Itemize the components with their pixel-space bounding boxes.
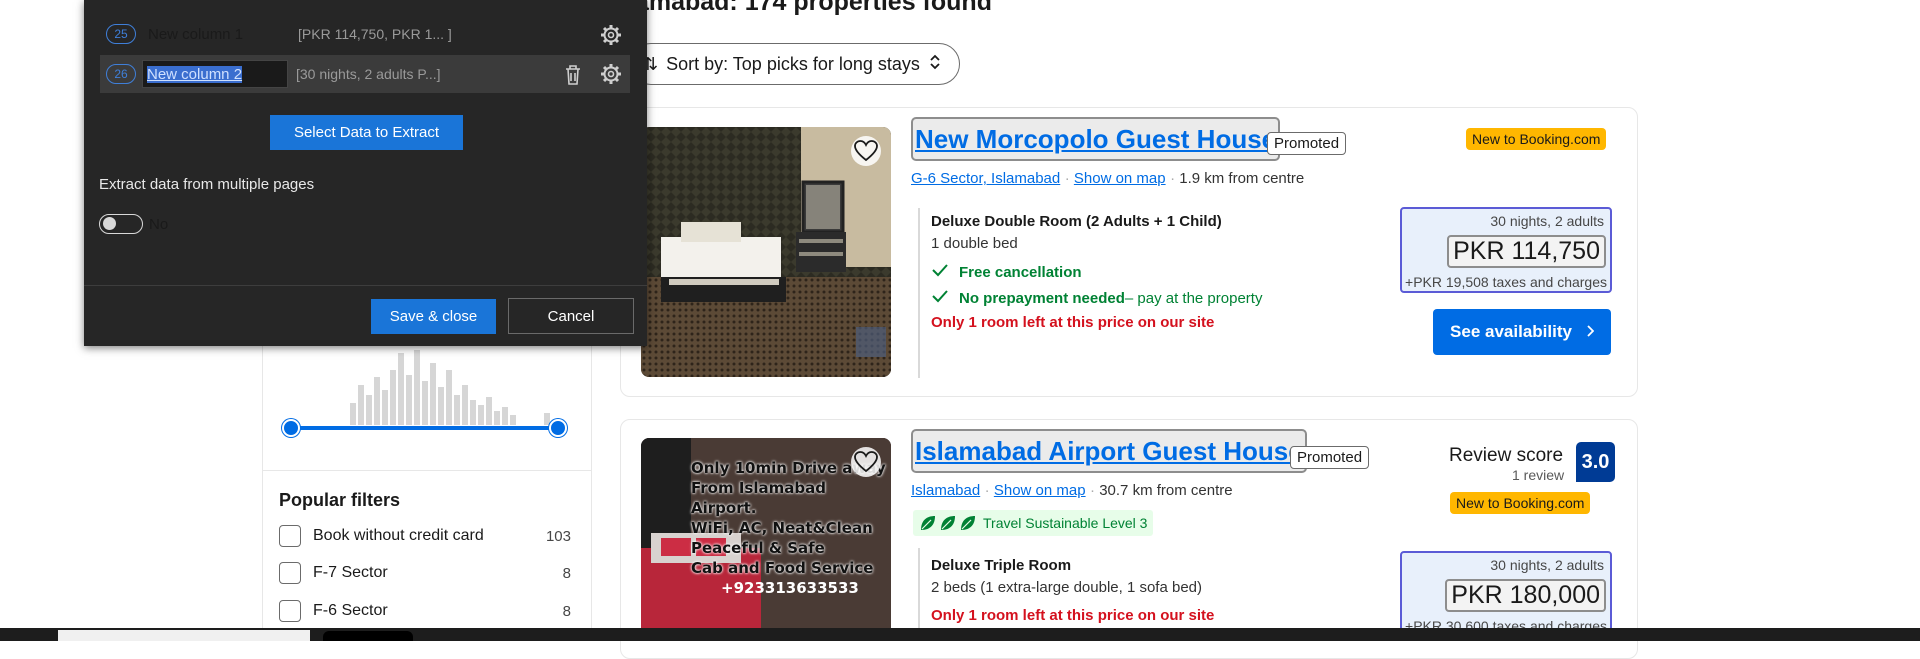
room-type: Deluxe Triple Room [931, 557, 1072, 574]
scarcity-message: Only 1 room left at this price on our si… [931, 607, 1215, 624]
filter-option[interactable]: F-7 Sector 8 [279, 559, 571, 587]
room-divider [918, 208, 920, 378]
distance-text: 30.7 km from centre [1099, 482, 1233, 499]
location-line: Islamabad · Show on map · 30.7 km from c… [911, 482, 1233, 499]
column-preview: [30 nights, 2 adults P...] [296, 66, 441, 82]
property-name-link[interactable]: Islamabad Airport Guest House [911, 429, 1307, 473]
see-availability-button[interactable]: See availability [1433, 309, 1611, 355]
stay-summary: 30 nights, 2 adults [1490, 213, 1604, 229]
sort-button[interactable]: ⇅ Sort by: Top picks for long stays [630, 43, 960, 85]
select-data-button[interactable]: Select Data to Extract [270, 115, 463, 150]
save-close-button[interactable]: Save & close [371, 299, 496, 334]
column-row[interactable]: 25 New column 1 [PKR 114,750, PKR 1... ] [100, 15, 630, 53]
save-heart-icon[interactable] [851, 447, 881, 477]
filter-divider [262, 470, 592, 471]
promoted-badge: Promoted [1290, 446, 1370, 469]
price-range-track[interactable] [290, 426, 558, 430]
popular-filters-title: Popular filters [279, 490, 401, 510]
filter-option[interactable]: F-6 Sector 8 [279, 597, 571, 625]
results-title: lamabad: 174 properties found [628, 0, 992, 16]
column-row-selected[interactable]: 26 New column 2 [30 nights, 2 adults P..… [100, 55, 630, 93]
taxes-text: +PKR 19,508 taxes and charges [1405, 274, 1607, 290]
chevron-right-icon [1586, 322, 1595, 342]
panel-footer-divider [84, 285, 647, 286]
leaf-icon [919, 514, 977, 532]
price-amount: PKR 180,000 [1445, 579, 1606, 612]
photo-overlay-text: Only 10min Drive away From Islamabad Air… [691, 459, 886, 597]
location-line: G-6 Sector, Islamabad · Show on map · 1.… [911, 170, 1305, 187]
scarcity-message: Only 1 room left at this price on our si… [931, 314, 1215, 331]
trash-icon[interactable] [564, 64, 582, 90]
column-number: 25 [106, 24, 136, 44]
column-number: 26 [106, 64, 136, 84]
price-block: 30 nights, 2 adults PKR 180,000 +PKR 30,… [1400, 551, 1612, 637]
no-prepayment: No prepayment needed – pay at the proper… [931, 289, 1262, 308]
save-heart-icon[interactable] [851, 136, 881, 166]
room-divider [918, 548, 920, 628]
room-type: Deluxe Double Room (2 Adults + 1 Child) [931, 213, 1222, 230]
review-label: Review score [1449, 445, 1564, 466]
location-link[interactable]: Islamabad [911, 482, 980, 499]
checkbox[interactable] [279, 562, 301, 584]
show-on-map-link[interactable]: Show on map [994, 482, 1086, 499]
taskbar [0, 628, 1920, 641]
sustainability-badge[interactable]: Travel Sustainable Level 3 [913, 510, 1154, 536]
gear-icon[interactable] [600, 63, 622, 89]
price-min-handle[interactable] [282, 419, 300, 437]
multi-page-toggle-row[interactable]: No [99, 214, 168, 234]
sort-label: Sort by: Top picks for long stays [666, 53, 920, 74]
stay-summary: 30 nights, 2 adults [1490, 557, 1604, 573]
taskbar-app[interactable] [323, 631, 413, 641]
toggle-state-label: No [149, 215, 169, 233]
price-max-handle[interactable] [549, 419, 567, 437]
price-histogram [290, 350, 558, 425]
price-amount: PKR 114,750 [1447, 235, 1606, 268]
distance-text: 1.9 km from centre [1179, 170, 1305, 187]
gear-icon[interactable] [600, 24, 622, 50]
multi-page-toggle[interactable] [99, 214, 143, 234]
check-icon [931, 263, 949, 282]
checkbox[interactable] [279, 525, 301, 547]
multi-page-label: Extract data from multiple pages [99, 176, 315, 193]
filter-option[interactable]: Book without credit card 103 [279, 522, 571, 550]
new-to-booking-badge: New to Booking.com [1450, 492, 1591, 514]
bed-type: 2 beds (1 extra-large double, 1 sofa bed… [931, 579, 1203, 596]
promoted-badge: Promoted [1267, 132, 1347, 155]
location-link[interactable]: G-6 Sector, Islamabad [911, 170, 1060, 187]
taskbar-search[interactable] [58, 630, 310, 641]
free-cancellation: Free cancellation [931, 263, 1082, 282]
checkbox[interactable] [279, 600, 301, 622]
review-count: 1 review [1512, 467, 1565, 483]
price-block: 30 nights, 2 adults PKR 114,750 +PKR 19,… [1400, 207, 1612, 293]
check-icon [931, 289, 949, 308]
column-preview: [PKR 114,750, PKR 1... ] [298, 26, 452, 42]
chevron-updown-icon [929, 53, 941, 76]
cancel-button[interactable]: Cancel [508, 298, 634, 334]
property-name-link[interactable]: New Morcopolo Guest House [911, 117, 1281, 161]
new-to-booking-badge: New to Booking.com [1466, 128, 1607, 150]
column-name[interactable]: New column 1 [148, 26, 298, 43]
bed-type: 1 double bed [931, 235, 1018, 252]
property-photo[interactable] [641, 127, 891, 377]
review-score-badge[interactable]: 3.0 [1576, 442, 1615, 482]
show-on-map-link[interactable]: Show on map [1074, 170, 1166, 187]
column-name-input[interactable]: New column 2 [142, 60, 288, 88]
